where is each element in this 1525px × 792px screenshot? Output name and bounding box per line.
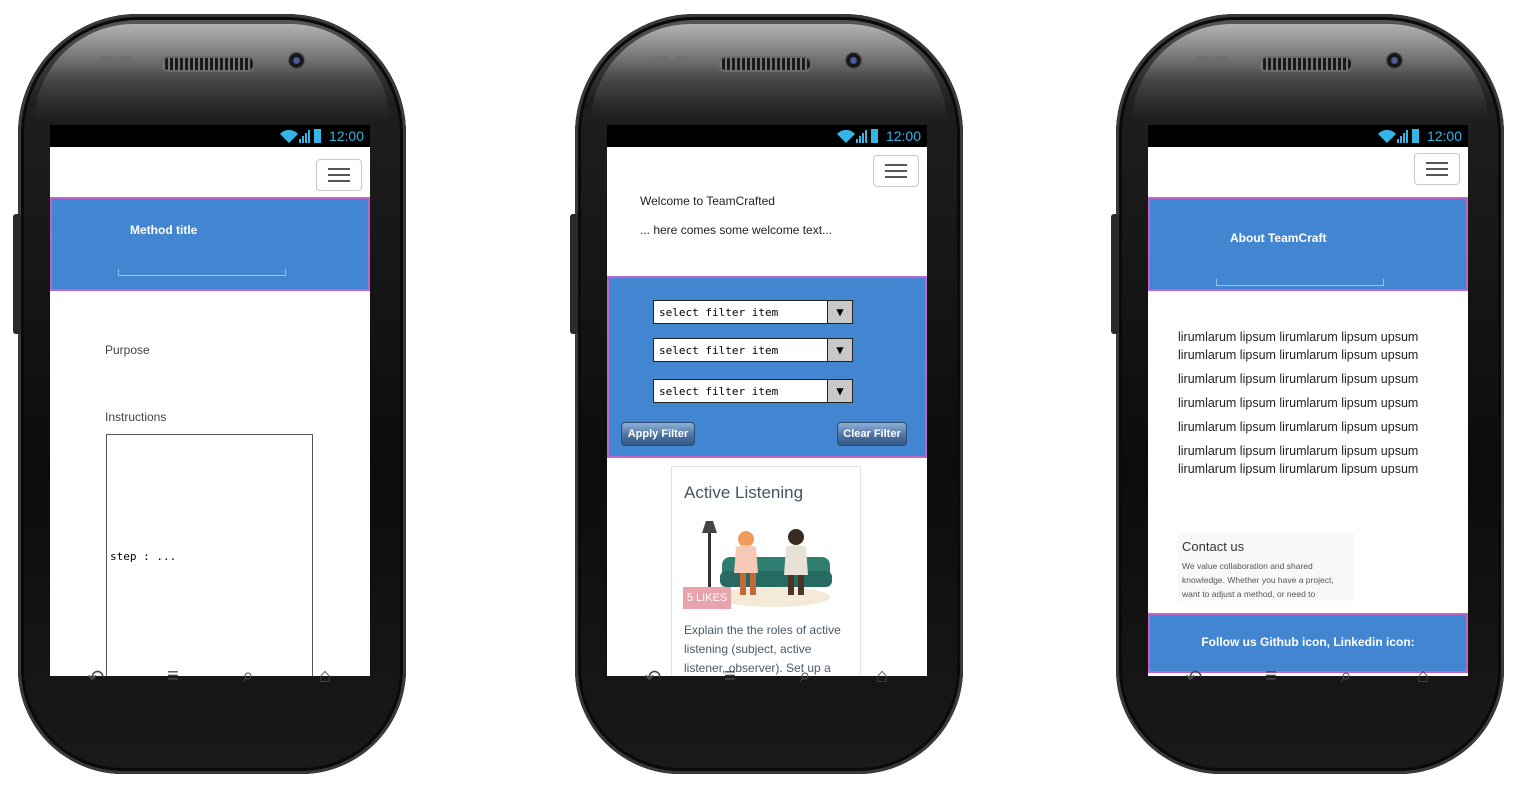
dropdown-arrow-icon: ▼ [827,339,852,361]
status-bar: 12:00 [607,125,927,147]
title-underline [1216,279,1384,286]
camera [1386,52,1403,69]
menu-key-icon[interactable]: ≡ [1256,665,1286,689]
filter-panel: select filter item ▼ select filter item … [607,276,927,458]
back-icon[interactable]: ↶ [1179,665,1209,689]
card-title: Active Listening [684,483,804,502]
menu-key-icon[interactable]: ≡ [715,665,745,689]
clear-filter-button[interactable]: Clear Filter [837,422,907,446]
hardware-nav: ↶ ≡ ⌕ ⌂ [18,665,406,701]
back-icon[interactable]: ↶ [638,665,668,689]
home-icon[interactable]: ⌂ [1408,665,1438,689]
filter-select-1[interactable]: select filter item ▼ [653,300,853,324]
search-key-icon[interactable]: ⌕ [233,665,263,689]
wifi-icon [1378,129,1419,143]
side-button [1111,214,1119,334]
status-bar: 12:00 [50,125,370,147]
side-button [13,214,21,334]
about-text: lirumlarum lipsum lirumlarum lipsum upsu… [1178,330,1419,476]
method-card[interactable]: Active Listening 5 LIKES Explain the the… [671,466,861,676]
back-icon[interactable]: ↶ [81,665,111,689]
phone-2: 12:00 Welcome to TeamCrafted ... here co… [570,14,963,774]
welcome-text: ... here comes some welcome text... [640,223,833,237]
footer-text: Follow us Github icon, Linkedin icon: [1201,635,1415,649]
speaker [161,56,255,72]
menu-button[interactable] [1414,153,1460,185]
clock: 12:00 [328,128,364,144]
dropdown-arrow-icon: ▼ [827,301,852,323]
welcome-title: Welcome to TeamCrafted [640,194,775,208]
menu-icon [328,168,350,170]
phone-1: 12:00 Method title Purpose Instructions … [13,14,406,774]
screen: 12:00 Method title Purpose Instructions … [50,125,370,676]
menu-button[interactable] [873,155,919,187]
purpose-label: Purpose [105,343,150,357]
page-title: Method title [130,223,198,237]
home-icon[interactable]: ⌂ [867,665,897,689]
hardware-nav: ↶ ≡ ⌕ ⌂ [575,665,963,701]
search-key-icon[interactable]: ⌕ [1331,665,1361,689]
step-text: step : ... [110,550,177,563]
filter-select-2[interactable]: select filter item ▼ [653,338,853,362]
hardware-nav: ↶ ≡ ⌕ ⌂ [1116,665,1504,701]
screen: 12:00 About TeamCraft lirumlarum lipsum … [1148,125,1468,676]
method-header: Method title [50,197,370,291]
phone-3: 12:00 About TeamCraft lirumlarum lipsum … [1111,14,1504,774]
screen: 12:00 Welcome to TeamCrafted ... here co… [607,125,927,676]
wifi-icon [280,129,321,143]
menu-icon [1426,162,1448,164]
side-button [570,214,578,334]
contact-section: Contact us We value collaboration and sh… [1178,533,1354,601]
page-title: About TeamCraft [1230,231,1327,245]
about-header: About TeamCraft [1148,197,1468,291]
speaker [718,56,812,72]
filter-select-3[interactable]: select filter item ▼ [653,379,853,403]
camera [845,52,862,69]
dropdown-arrow-icon: ▼ [827,380,852,402]
footer: Follow us Github icon, Linkedin icon: [1148,613,1468,673]
instructions-label: Instructions [105,410,167,424]
search-key-icon[interactable]: ⌕ [790,665,820,689]
clock: 12:00 [885,128,921,144]
wifi-icon [837,129,878,143]
contact-title: Contact us [1182,539,1245,554]
instructions-textarea[interactable]: step : ... [106,434,313,676]
status-bar: 12:00 [1148,125,1468,147]
camera [288,52,305,69]
speaker [1259,56,1353,72]
clock: 12:00 [1426,128,1462,144]
menu-button[interactable] [316,159,362,191]
home-icon[interactable]: ⌂ [310,665,340,689]
menu-icon [885,164,907,166]
menu-key-icon[interactable]: ≡ [158,665,188,689]
likes-badge: 5 LIKES [683,587,731,609]
apply-filter-button[interactable]: Apply Filter [621,422,695,446]
contact-text: We value collaboration and shared knowle… [1182,561,1334,599]
title-underline [118,269,286,276]
